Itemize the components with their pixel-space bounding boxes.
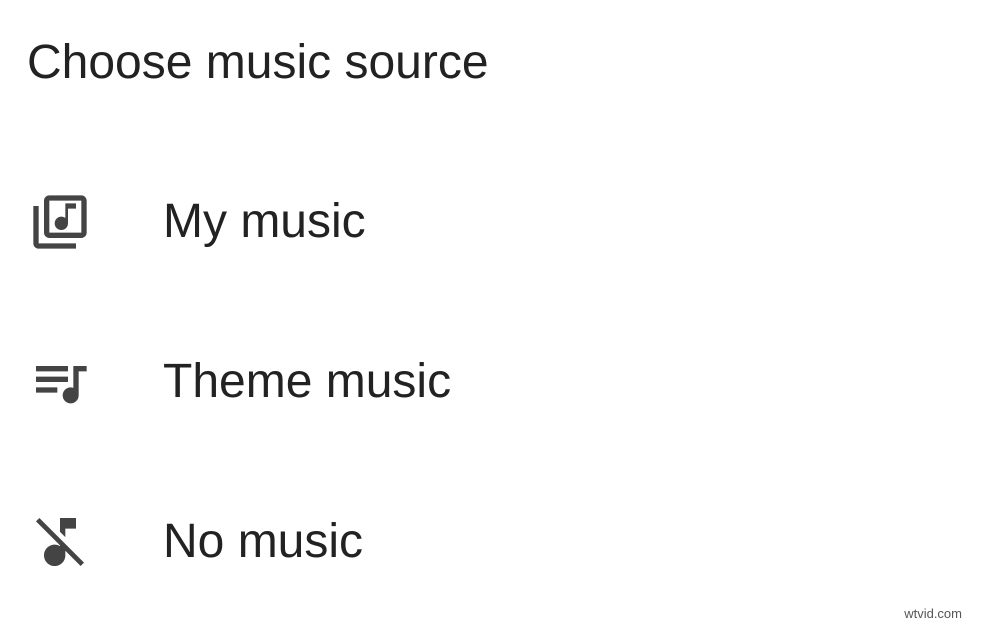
watermark: wtvid.com xyxy=(904,606,962,621)
music-library-icon xyxy=(28,190,92,254)
dialog-title: Choose music source xyxy=(27,36,489,89)
option-label-no-music: No music xyxy=(163,515,364,568)
option-theme-music[interactable]: Theme music xyxy=(0,322,982,442)
option-my-music[interactable]: My music xyxy=(0,162,982,282)
option-no-music[interactable]: No music xyxy=(0,482,982,602)
music-off-icon xyxy=(28,510,92,574)
option-label-my-music: My music xyxy=(163,195,366,248)
option-label-theme-music: Theme music xyxy=(163,355,452,408)
playlist-music-icon xyxy=(28,350,92,414)
